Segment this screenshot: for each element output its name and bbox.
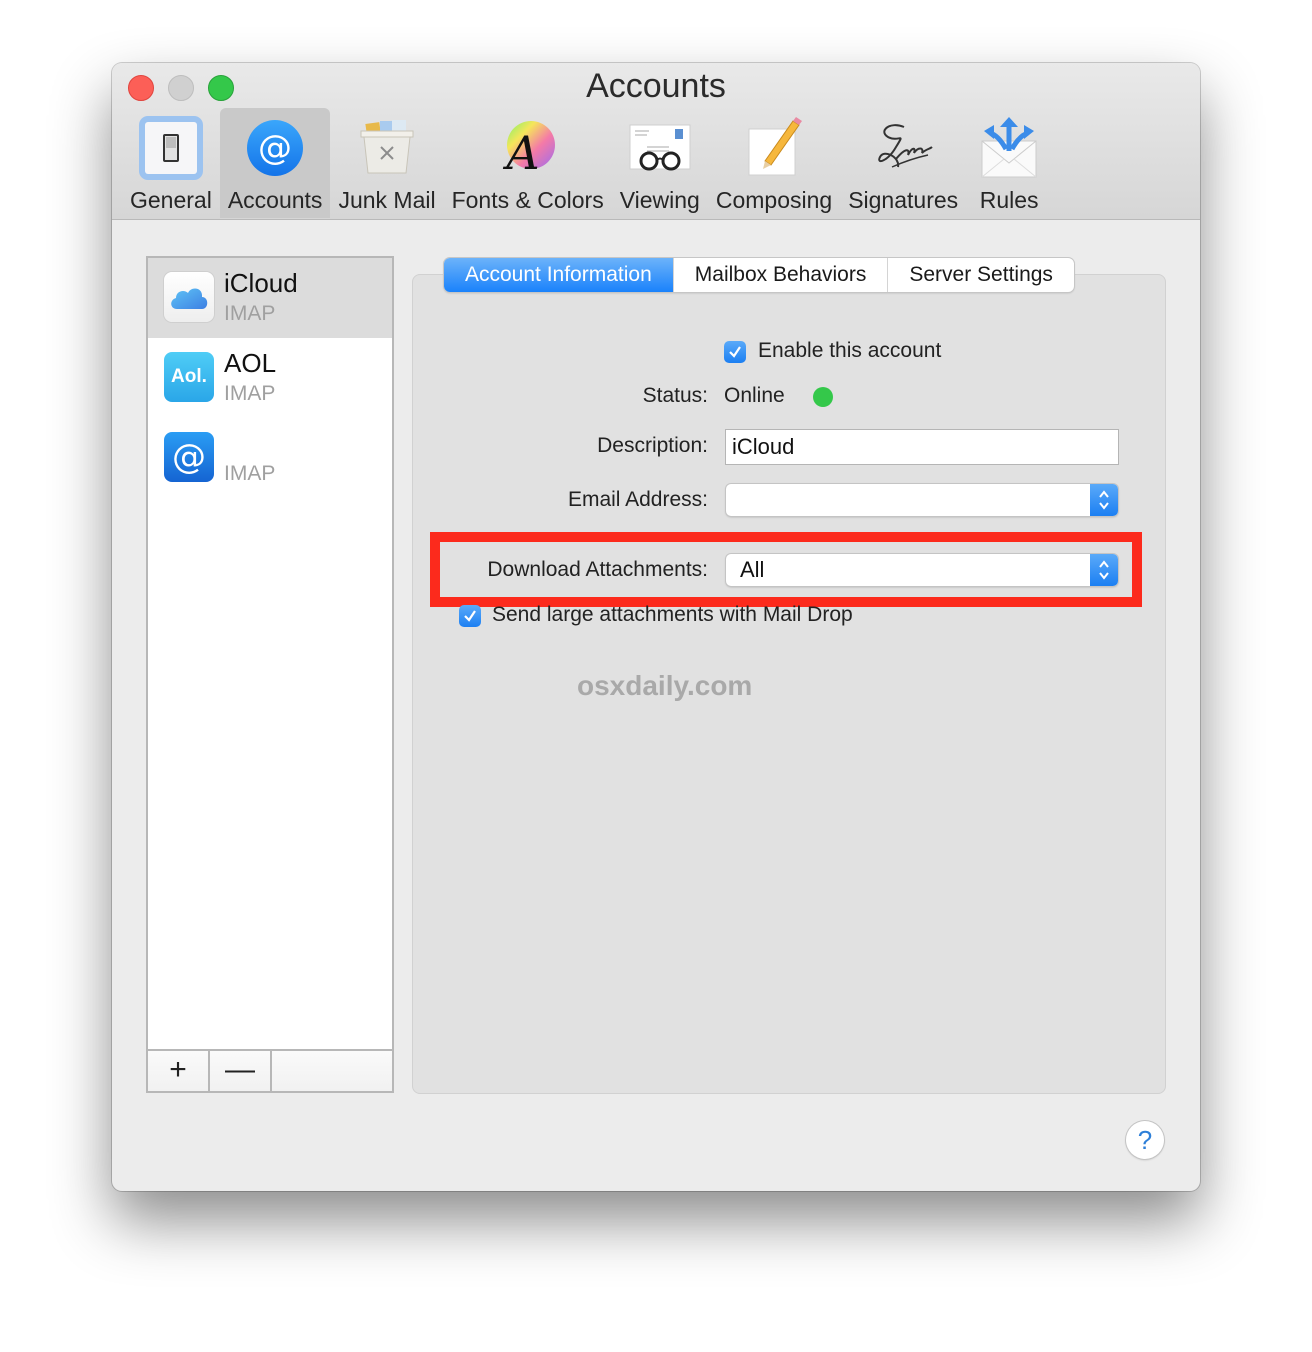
add-account-button[interactable]: +	[148, 1051, 210, 1091]
toolbar-item-general[interactable]: General	[122, 108, 220, 218]
preferences-toolbar: General @ Accounts Junk Mail A Fonts & C…	[122, 108, 1052, 218]
toolbar-label: Fonts & Colors	[451, 187, 604, 213]
accounts-list[interactable]: iCloud IMAP Aol. AOL IMAP @ IMAP	[146, 256, 394, 1051]
email-address-popup[interactable]	[726, 484, 1118, 516]
chevron-updown-icon	[1090, 484, 1118, 516]
preferences-window: Accounts General @ Accounts Junk Mail A …	[112, 63, 1200, 1191]
icloud-icon	[164, 272, 214, 322]
toolbar-item-accounts[interactable]: @ Accounts	[219, 108, 331, 218]
status-label: Status:	[642, 384, 708, 407]
toolbar-label: Rules	[979, 187, 1039, 213]
toolbar-item-signatures[interactable]: Signatures	[840, 108, 966, 218]
enable-account-label: Enable this account	[758, 339, 942, 362]
toolbar-item-composing[interactable]: Composing	[708, 108, 840, 218]
toolbar-label: Signatures	[848, 187, 959, 213]
description-field[interactable]	[725, 429, 1119, 465]
account-row-icloud[interactable]: iCloud IMAP	[148, 258, 392, 338]
tab-server-settings[interactable]: Server Settings	[887, 258, 1074, 292]
toolbar-label: Viewing	[619, 187, 700, 213]
account-row-other[interactable]: @ IMAP	[148, 418, 392, 498]
account-tabs: Account Information Mailbox Behaviors Se…	[444, 258, 1074, 292]
toolbar-label: Junk Mail	[338, 187, 436, 213]
mail-drop-checkbox[interactable]	[459, 605, 481, 627]
mail-drop-label: Send large attachments with Mail Drop	[492, 603, 853, 626]
email-address-label: Email Address:	[567, 488, 708, 511]
tab-mailbox-behaviors[interactable]: Mailbox Behaviors	[672, 258, 888, 292]
account-type: IMAP	[224, 302, 276, 325]
tab-account-information[interactable]: Account Information	[444, 258, 673, 292]
svg-text:A: A	[502, 126, 539, 179]
footer-spacer	[272, 1051, 392, 1091]
pencil-paper-icon	[739, 113, 809, 183]
account-type: IMAP	[224, 462, 276, 485]
toolbar-item-rules[interactable]: Rules	[966, 108, 1052, 218]
account-name: iCloud	[224, 268, 298, 298]
toolbar-label: General	[130, 187, 212, 213]
toolbar-item-viewing[interactable]: Viewing	[612, 108, 708, 218]
toolbar-item-junk-mail[interactable]: Junk Mail	[330, 108, 443, 218]
aol-icon: Aol.	[164, 352, 214, 402]
remove-account-button[interactable]: —	[210, 1051, 272, 1091]
signature-icon	[868, 113, 938, 183]
toolbar-label: Composing	[715, 187, 833, 213]
aol-icon-text: Aol.	[171, 366, 207, 387]
title-bar: Accounts General @ Accounts Junk Mail A …	[112, 63, 1200, 220]
account-name: AOL	[224, 348, 277, 378]
toolbar-item-fonts-colors[interactable]: A Fonts & Colors	[444, 108, 612, 218]
font-color-wheel-icon: A	[493, 113, 563, 183]
account-type: IMAP	[224, 382, 276, 405]
status-value: Online	[724, 384, 785, 407]
checkmark-icon	[729, 346, 741, 358]
download-attachments-value: All	[740, 557, 765, 582]
svg-text:@: @	[258, 128, 292, 168]
download-attachments-label: Download Attachments:	[487, 558, 708, 581]
envelope-arrows-icon	[974, 113, 1044, 183]
junk-bin-icon	[352, 113, 422, 183]
chevron-updown-icon	[1090, 554, 1118, 586]
watermark-text: osxdaily.com	[577, 670, 753, 701]
account-list-footer: + —	[146, 1051, 394, 1093]
toolbar-label: Accounts	[227, 187, 323, 213]
light-switch-icon	[136, 113, 206, 183]
status-online-indicator	[813, 387, 833, 407]
checkmark-icon	[464, 610, 476, 622]
download-attachments-popup[interactable]: All	[726, 554, 1118, 586]
at-sign-icon: @	[164, 432, 214, 482]
description-label: Description:	[597, 434, 708, 457]
enable-account-checkbox[interactable]	[724, 341, 746, 363]
at-sign-icon: @	[240, 113, 310, 183]
window-title: Accounts	[586, 67, 726, 105]
help-button[interactable]: ?	[1126, 1121, 1164, 1159]
account-row-aol[interactable]: Aol. AOL IMAP	[148, 338, 392, 418]
glasses-letter-icon	[625, 113, 695, 183]
